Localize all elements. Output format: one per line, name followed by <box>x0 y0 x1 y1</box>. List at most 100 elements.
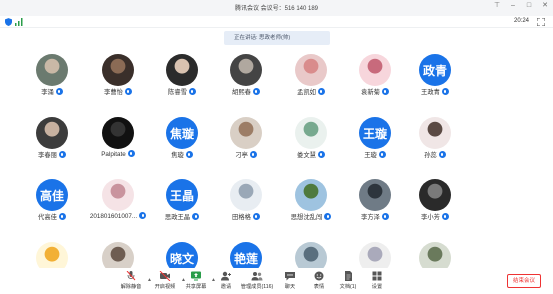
mic-status-icon <box>139 212 147 219</box>
participant-tile[interactable]: 孙蕊 <box>400 117 470 159</box>
manage-members-button[interactable]: 管理成员(116) <box>240 271 274 290</box>
participant-tile[interactable]: Palpitate <box>83 117 153 159</box>
avatar-initials: 王璇 <box>359 117 391 149</box>
mic-status-icon <box>317 151 325 158</box>
mic-muted-icon <box>126 271 136 281</box>
video-label: 开启视频 <box>154 284 176 290</box>
document-icon <box>345 271 352 281</box>
mic-status-icon <box>381 213 389 220</box>
participant-name: 思政王晶 <box>147 212 217 221</box>
share-screen-icon <box>191 271 201 281</box>
participant-tile[interactable]: 孟凯如 <box>276 54 346 96</box>
mute-label: 解除静音 <box>120 284 142 290</box>
avatar-photo <box>295 54 327 86</box>
participant-name-text: 王璇 <box>364 152 377 159</box>
settings-label: 设置 <box>371 284 383 290</box>
participant-name-text: 王政青 <box>421 89 440 96</box>
participant-tile[interactable]: 田格格 <box>211 179 281 221</box>
avatar-photo <box>102 117 134 149</box>
chat-icon <box>285 272 295 281</box>
avatar-photo <box>295 117 327 149</box>
avatar-photo <box>230 117 262 149</box>
mic-status-icon <box>55 88 63 95</box>
participant-tile[interactable]: 胡熙春 <box>211 54 281 96</box>
participant-name-text: 代高佳 <box>38 214 57 221</box>
documents-label: 文档(1) <box>339 284 357 290</box>
mic-status-icon <box>249 151 257 158</box>
participant-name: 焦璇 <box>147 150 217 159</box>
participant-name: 孙蕊 <box>400 150 470 159</box>
avatar-photo <box>36 54 68 86</box>
mic-status-icon <box>441 213 449 220</box>
mic-status-icon <box>252 213 260 220</box>
participant-tile[interactable]: 李曹怡 <box>83 54 153 96</box>
end-meeting-button[interactable]: 结束会议 <box>507 274 541 288</box>
mic-status-icon <box>58 151 66 158</box>
participant-name: 李涌 <box>17 87 87 96</box>
invite-button[interactable]: 邀请 <box>216 271 236 290</box>
participant-tile[interactable]: 思想沈乱闯 <box>276 179 346 221</box>
participant-name-text: 孙蕊 <box>424 152 437 159</box>
participant-name-text: 胡熙春 <box>232 89 251 96</box>
participant-tile[interactable]: 高佳 代高佳 <box>17 179 87 221</box>
avatar-photo <box>230 54 262 86</box>
participant-name-text: 思想沈乱闯 <box>290 214 323 221</box>
settings-grid-icon <box>372 271 382 281</box>
documents-button[interactable]: 文档(1) <box>337 271 359 290</box>
participant-tile[interactable]: 王晶 思政王晶 <box>147 179 217 221</box>
avatar-photo <box>166 54 198 86</box>
participant-name: 王政青 <box>400 87 470 96</box>
participant-name: 胡熙春 <box>211 87 281 96</box>
participant-name: 代高佳 <box>17 212 87 221</box>
participant-name: 陈睿雪 <box>147 87 217 96</box>
mic-status-icon <box>378 151 386 158</box>
participant-tile[interactable]: 娄文慧 <box>276 117 346 159</box>
participant-name-text: 娄文慧 <box>297 152 316 159</box>
mic-status-icon <box>317 88 325 95</box>
mic-status-icon <box>381 88 389 95</box>
avatar-photo <box>359 54 391 86</box>
participant-tile[interactable]: 政青 王政青 <box>400 54 470 96</box>
participant-name-text: 2018016010​07... <box>89 213 138 220</box>
participant-tile[interactable]: 刁亭 <box>211 117 281 159</box>
settings-button[interactable]: 设置 <box>369 271 385 290</box>
participant-tile[interactable]: 李小芳 <box>400 179 470 221</box>
participant-name-text: 田格格 <box>232 214 251 221</box>
avatar-photo <box>295 179 327 211</box>
emoji-button[interactable]: 表情 <box>311 271 327 290</box>
avatar-photo <box>102 54 134 86</box>
mic-status-icon <box>58 213 66 220</box>
bottom-toolbar: 解除静音 ▲ 开启视频 ▲ 共享屏幕 ▲ 邀请 管理成员(116) 聊天 表情 … <box>0 268 553 294</box>
chat-button[interactable]: 聊天 <box>282 271 298 290</box>
participant-name: 李春丽 <box>17 150 87 159</box>
participant-name: Palpitate <box>83 150 153 158</box>
participant-tile[interactable]: 陈睿雪 <box>147 54 217 96</box>
participant-name: 刁亭 <box>211 150 281 159</box>
participant-tile[interactable]: 李涌 <box>17 54 87 96</box>
participant-name-text: 焦璇 <box>171 152 184 159</box>
participant-name-text: 思政王晶 <box>164 214 191 221</box>
avatar-photo <box>36 117 68 149</box>
participant-name-text: 李曹怡 <box>104 89 123 96</box>
video-button[interactable]: 开启视频 <box>152 271 178 290</box>
participant-tile[interactable]: 李春丽 <box>17 117 87 159</box>
mute-button[interactable]: 解除静音 <box>118 271 144 290</box>
mic-status-icon <box>124 88 132 95</box>
participant-name-text: 李方泽 <box>361 214 380 221</box>
participant-name: 娄文慧 <box>276 150 346 159</box>
avatar-initials: 高佳 <box>36 179 68 211</box>
mic-status-icon <box>192 213 200 220</box>
avatar-photo <box>230 179 262 211</box>
avatar-initials: 焦璇 <box>166 117 198 149</box>
share-label: 共享屏幕 <box>185 284 207 290</box>
participant-name-text: 刁亭 <box>235 152 248 159</box>
participant-grid: 李涌 李曹怡 陈睿雪 胡熙春 孟凯如 袁新菊 政青 王政青 李春丽 Palpitate 焦璇 焦璇 刁亭… <box>0 0 553 294</box>
participant-tile[interactable]: 2018016010​07... <box>83 179 153 221</box>
participant-name: 田格格 <box>211 212 281 221</box>
share-screen-button[interactable]: 共享屏幕 <box>183 271 209 290</box>
participant-name: 孟凯如 <box>276 87 346 96</box>
camera-off-icon <box>159 271 171 281</box>
participant-tile[interactable]: 焦璇 焦璇 <box>147 117 217 159</box>
avatar-photo <box>359 179 391 211</box>
mic-status-icon <box>127 150 135 157</box>
